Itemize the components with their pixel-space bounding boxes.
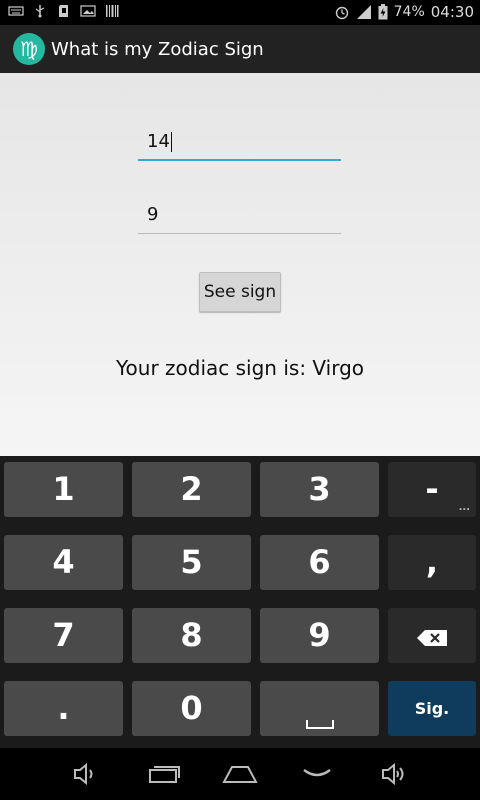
volume-down-icon[interactable] — [72, 762, 98, 786]
battery-icon — [378, 4, 388, 20]
alarm-icon — [335, 6, 348, 20]
main-content: 14 9 See sign Your zodiac sign is: Virgo — [0, 73, 480, 456]
key-8[interactable]: 8 — [132, 608, 251, 663]
sd-card-icon — [59, 5, 68, 17]
day-input-value: 14 — [147, 131, 170, 152]
virgo-app-icon[interactable]: ♍ — [13, 33, 45, 65]
text-cursor — [170, 132, 172, 152]
space-icon — [306, 720, 334, 729]
space-key[interactable] — [260, 681, 379, 736]
key-9[interactable]: 9 — [260, 608, 379, 663]
volume-up-icon[interactable] — [380, 762, 408, 786]
key-7[interactable]: 7 — [4, 608, 123, 663]
key-4[interactable]: 4 — [4, 535, 123, 590]
key-1[interactable]: 1 — [4, 462, 123, 517]
home-icon[interactable] — [222, 762, 258, 786]
key-dot[interactable]: . — [4, 681, 123, 736]
barcode-icon — [106, 5, 119, 17]
action-bar: ♍ What is my Zodiac Sign — [0, 25, 480, 73]
key-0[interactable]: 0 — [132, 681, 251, 736]
see-sign-button[interactable]: See sign — [199, 272, 281, 312]
image-icon — [80, 5, 96, 17]
status-bar: 74% 04:30 — [0, 0, 480, 25]
clock: 04:30 — [430, 3, 474, 21]
sig-action-key[interactable]: Sig. — [388, 681, 476, 736]
key-3[interactable]: 3 — [260, 462, 379, 517]
backspace-key[interactable] — [388, 608, 476, 663]
key-2[interactable]: 2 — [132, 462, 251, 517]
numeric-keyboard: 1 2 3 - ... 4 5 6 , 7 8 9 . 0 Sig. — [0, 456, 480, 748]
usb-icon — [35, 5, 45, 18]
keyboard-icon — [8, 6, 24, 16]
key-comma[interactable]: , — [388, 535, 476, 590]
navigation-bar — [0, 748, 480, 800]
month-input-value: 9 — [147, 204, 159, 225]
key-dash[interactable]: - ... — [388, 462, 476, 517]
more-symbols-indicator: ... — [458, 502, 470, 513]
key-dash-label: - — [425, 470, 439, 508]
system-indicators: 74% 04:30 — [334, 3, 474, 21]
signal-icon — [356, 5, 371, 19]
hide-keyboard-icon[interactable] — [302, 762, 332, 786]
result-text: Your zodiac sign is: Virgo — [115, 356, 365, 380]
key-6[interactable]: 6 — [260, 535, 379, 590]
day-input[interactable]: 14 — [138, 131, 341, 161]
notification-icons — [8, 4, 120, 18]
app-title: What is my Zodiac Sign — [51, 38, 264, 60]
month-input[interactable]: 9 — [138, 204, 341, 234]
battery-percent: 74% — [393, 4, 425, 20]
backspace-icon — [417, 630, 447, 646]
recent-apps-icon[interactable] — [148, 762, 182, 786]
key-5[interactable]: 5 — [132, 535, 251, 590]
